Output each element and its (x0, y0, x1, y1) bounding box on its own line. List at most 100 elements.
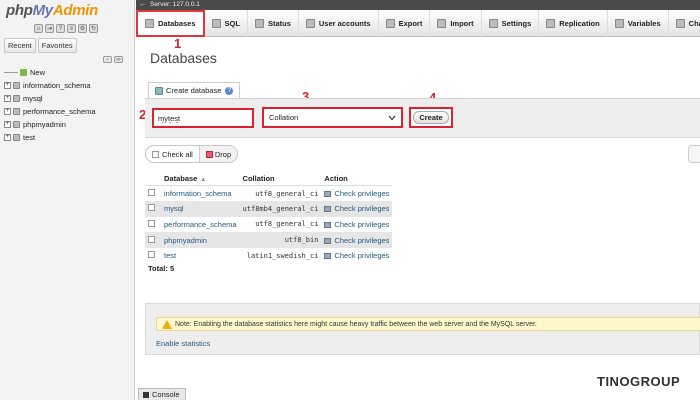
expand-icon[interactable]: + (4, 82, 11, 89)
tab-user-accounts[interactable]: User accounts (299, 10, 379, 37)
database-link[interactable]: test (161, 247, 240, 264)
check-privileges-link[interactable]: Check privileges (321, 247, 393, 264)
tab-variables[interactable]: Variables (608, 10, 669, 37)
collation-value: latin1_swedish_ci (239, 247, 322, 264)
tab-label: Status (267, 19, 291, 28)
row-checkbox[interactable] (148, 219, 155, 227)
database-link[interactable]: performance_schema (161, 216, 240, 233)
tree-item-new[interactable]: New (4, 66, 96, 79)
tab-settings[interactable]: Settings (482, 10, 540, 37)
table-header-row: Database ▲ Collation Action (145, 172, 393, 186)
tab-status[interactable]: Status (248, 10, 299, 37)
sidebar-tabs: Recent Favorites (4, 38, 77, 53)
tree-item-label: New (30, 68, 46, 77)
link-icon[interactable]: ∞ (114, 56, 123, 63)
reload-icon[interactable]: ↻ (89, 24, 98, 33)
statistics-panel: Note: Enabling the database statistics h… (145, 303, 700, 355)
phpmyadmin-logo[interactable]: phpMyAdmin (6, 2, 98, 19)
check-privileges-link[interactable]: Check privileges (321, 232, 393, 248)
tree-controls: − ∞ (103, 56, 123, 63)
console-toggle[interactable]: Console (138, 388, 186, 400)
expand-icon[interactable]: + (4, 134, 11, 141)
logo-my: My (32, 2, 54, 19)
variables-icon (614, 19, 624, 28)
check-all-button[interactable]: Check all (146, 146, 199, 162)
row-checkbox[interactable] (148, 189, 155, 197)
privileges-icon (324, 237, 332, 244)
sort-asc-icon: ▲ (200, 177, 207, 183)
collation-value: utf8mb4_general_ci (239, 201, 322, 217)
help-icon[interactable]: ? (56, 24, 65, 33)
console-label: Console (152, 390, 180, 399)
expand-icon[interactable]: + (4, 108, 11, 115)
help-icon[interactable]: ? (225, 86, 234, 95)
header-database[interactable]: Database ▲ (161, 172, 240, 186)
collation-value: utf8_general_ci (239, 216, 322, 233)
database-name-input[interactable] (152, 108, 254, 128)
collapse-all-icon[interactable]: − (103, 56, 112, 63)
console-icon (143, 391, 149, 398)
docs-icon[interactable]: ≡ (67, 24, 76, 33)
wrench-icon (488, 19, 498, 28)
home-icon[interactable]: ⌂ (34, 24, 43, 33)
check-privileges-link[interactable]: Check privileges (321, 216, 393, 233)
table-row: information_schema utf8_general_ci Check… (145, 185, 393, 202)
tab-label: Export (398, 19, 423, 28)
table-row: phpmyadmin utf8_bin Check privileges (145, 232, 393, 248)
logout-icon[interactable]: ⇥ (45, 24, 54, 33)
tab-replication[interactable]: Replication (539, 10, 608, 37)
drop-button[interactable]: Drop (198, 146, 238, 162)
tree-item-label: test (23, 133, 36, 142)
tree-item-phpmyadmin[interactable]: + phpmyadmin (4, 118, 96, 131)
privileges-icon (324, 206, 332, 213)
back-arrow-icon[interactable]: ← (139, 0, 146, 10)
database-link[interactable]: phpmyadmin (161, 232, 240, 248)
settings-icon[interactable]: ⚙ (78, 24, 87, 33)
create-database-legend: Create database ? (148, 82, 241, 98)
check-all-label: Check all (162, 149, 193, 159)
tree-item-performance-schema[interactable]: + performance_schema (4, 105, 96, 118)
tab-export[interactable]: Export (379, 10, 431, 37)
header-collation[interactable]: Collation (239, 172, 322, 186)
database-link[interactable]: information_schema (161, 185, 240, 202)
tab-label: User accounts (318, 19, 371, 28)
action-label: Check privileges (334, 219, 390, 229)
tab-recent[interactable]: Recent (4, 38, 36, 53)
row-checkbox[interactable] (148, 251, 155, 259)
tab-databases[interactable]: Databases (136, 10, 205, 37)
tree-item-mysql[interactable]: + mysql (4, 92, 96, 105)
collation-value: utf8_general_ci (239, 185, 322, 202)
row-checkbox-cell (145, 201, 161, 217)
filter-toggle[interactable] (688, 145, 700, 163)
tab-charsets[interactable]: Charsets (669, 10, 700, 37)
row-checkbox[interactable] (148, 204, 155, 212)
collation-select[interactable]: Collation (262, 107, 403, 128)
action-label: Check privileges (334, 235, 390, 245)
tab-favorites[interactable]: Favorites (37, 38, 77, 53)
tab-import[interactable]: Import (430, 10, 482, 37)
tree-item-label: performance_schema (23, 107, 96, 116)
server-breadcrumb: ← Server: 127.0.0.1 (136, 0, 700, 10)
check-privileges-link[interactable]: Check privileges (321, 185, 393, 202)
create-button[interactable]: Create (413, 111, 449, 124)
users-icon (305, 19, 315, 28)
drop-icon (205, 150, 213, 158)
create-database-label: Create database (166, 86, 222, 95)
total-count: Total: 5 (148, 264, 175, 273)
table-row: test latin1_swedish_ci Check privileges (145, 247, 393, 264)
tree-item-information-schema[interactable]: + information_schema (4, 79, 96, 92)
navigation-sidebar: phpMyAdmin ⌂ ⇥ ? ≡ ⚙ ↻ Recent Favorites … (0, 0, 135, 400)
expand-icon[interactable]: + (4, 95, 11, 102)
check-privileges-link[interactable]: Check privileges (321, 201, 393, 217)
database-link[interactable]: mysql (161, 201, 240, 217)
database-icon (13, 121, 20, 128)
expand-icon[interactable]: + (4, 121, 11, 128)
charsets-icon (675, 19, 685, 28)
enable-statistics-link[interactable]: Enable statistics (156, 339, 210, 348)
server-label[interactable]: Server: 127.0.0.1 (150, 1, 200, 8)
collation-value: utf8_bin (239, 232, 322, 248)
tab-sql[interactable]: SQL (205, 10, 248, 37)
row-checkbox[interactable] (148, 235, 155, 243)
privileges-icon (324, 191, 332, 198)
tree-item-test[interactable]: + test (4, 131, 96, 144)
